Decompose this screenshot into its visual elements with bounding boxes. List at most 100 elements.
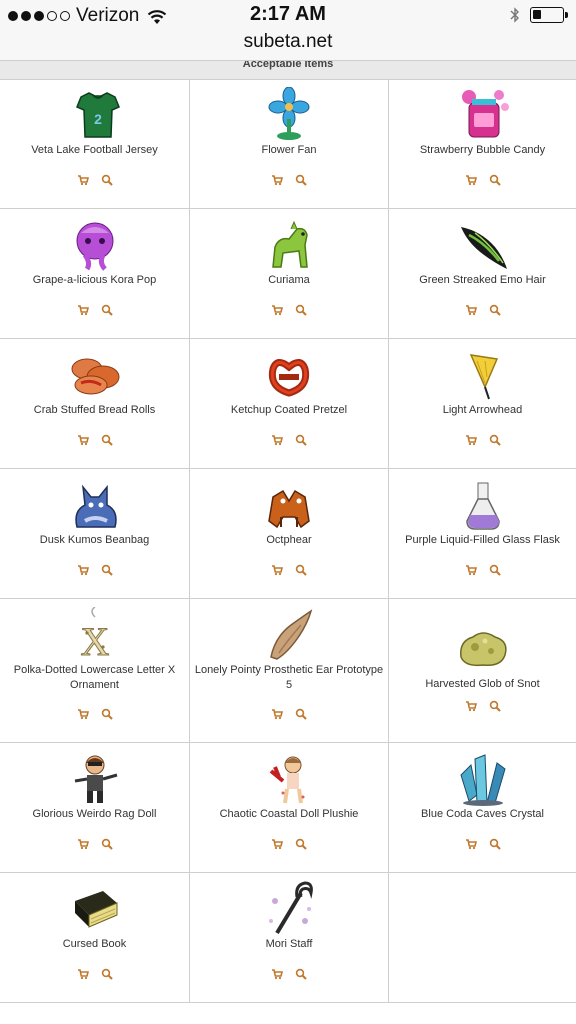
item-actions xyxy=(190,707,388,720)
ear-icon[interactable] xyxy=(261,607,317,663)
item-card: Curiama xyxy=(190,209,389,338)
item-name: Ketchup Coated Pretzel xyxy=(230,404,348,416)
clock: 2:17 AM xyxy=(250,3,326,25)
item-actions xyxy=(0,707,189,720)
empty-cell xyxy=(389,873,576,1002)
shopping-cart-icon[interactable] xyxy=(77,303,89,316)
item-card: Purple Liquid-Filled Glass Flask xyxy=(389,469,576,598)
shopping-cart-icon[interactable] xyxy=(465,837,477,850)
search-icon[interactable] xyxy=(489,303,501,316)
item-name: Mori Staff xyxy=(265,938,313,950)
item-row: 2 Veta Lake Football Jersey Flower Fan Stra… xyxy=(0,79,576,209)
search-icon[interactable] xyxy=(295,173,307,186)
arrowhead-icon[interactable] xyxy=(455,347,511,403)
search-icon[interactable] xyxy=(295,563,307,576)
shopping-cart-icon[interactable] xyxy=(465,303,477,316)
item-card: Grape-a-licious Kora Pop xyxy=(0,209,190,338)
snot-glob-icon[interactable] xyxy=(455,617,511,673)
item-name: Green Streaked Emo Hair xyxy=(419,274,546,286)
hair-icon[interactable] xyxy=(455,217,511,273)
candy-jar-icon[interactable] xyxy=(455,87,511,143)
status-right xyxy=(510,6,568,24)
rag-doll-icon[interactable] xyxy=(67,751,123,807)
shopping-cart-icon[interactable] xyxy=(465,173,477,186)
search-icon[interactable] xyxy=(489,433,501,446)
item-actions xyxy=(389,303,576,316)
item-card: Octphear xyxy=(190,469,389,598)
shopping-cart-icon[interactable] xyxy=(271,173,284,186)
shopping-cart-icon[interactable] xyxy=(271,707,284,720)
search-icon[interactable] xyxy=(101,707,113,720)
search-icon[interactable] xyxy=(295,707,307,720)
item-name: Crab Stuffed Bread Rolls xyxy=(33,404,156,416)
beanbag-icon[interactable] xyxy=(67,477,123,533)
svg-text:2: 2 xyxy=(94,111,102,127)
letter-x-ornament-icon[interactable]: X xyxy=(67,606,123,665)
shopping-cart-icon[interactable] xyxy=(271,563,284,576)
search-icon[interactable] xyxy=(101,563,113,576)
fan-icon[interactable] xyxy=(261,86,317,143)
kora-pop-icon[interactable] xyxy=(67,217,123,273)
shopping-cart-icon[interactable] xyxy=(271,433,284,446)
search-icon[interactable] xyxy=(101,303,113,316)
shopping-cart-icon[interactable] xyxy=(77,563,89,576)
shopping-cart-icon[interactable] xyxy=(77,433,89,446)
item-actions xyxy=(0,433,189,446)
item-card: Mori Staff xyxy=(190,873,389,1002)
search-icon[interactable] xyxy=(295,967,307,980)
search-icon[interactable] xyxy=(489,837,501,850)
item-name: Flower Fan xyxy=(261,144,317,156)
item-name: Blue Coda Caves Crystal xyxy=(421,808,544,820)
bread-rolls-icon[interactable] xyxy=(67,347,123,403)
staff-icon[interactable] xyxy=(261,881,317,937)
doll-plushie-icon[interactable] xyxy=(261,751,317,807)
flask-icon[interactable] xyxy=(455,477,511,533)
section-title: Acceptable Items xyxy=(0,60,576,80)
item-card: Green Streaked Emo Hair xyxy=(389,209,576,338)
shopping-cart-icon[interactable] xyxy=(465,699,477,712)
search-icon[interactable] xyxy=(295,837,307,850)
item-actions xyxy=(0,563,189,576)
pretzel-icon[interactable] xyxy=(261,347,317,403)
curiama-pet-icon[interactable] xyxy=(261,217,317,273)
book-icon[interactable] xyxy=(67,881,123,937)
search-icon[interactable] xyxy=(489,173,501,186)
item-card: X Polka-Dotted Lowercase Letter X Ornamen… xyxy=(0,599,190,742)
shopping-cart-icon[interactable] xyxy=(465,433,477,446)
search-icon[interactable] xyxy=(101,967,113,980)
item-card: Flower Fan xyxy=(190,79,389,208)
item-card: Crab Stuffed Bread Rolls xyxy=(0,339,190,468)
octphear-icon[interactable] xyxy=(261,477,317,533)
shopping-cart-icon[interactable] xyxy=(77,837,89,850)
search-icon[interactable] xyxy=(295,303,307,316)
crystal-icon[interactable] xyxy=(455,751,511,807)
search-icon[interactable] xyxy=(101,173,113,186)
item-card: Ketchup Coated Pretzel xyxy=(190,339,389,468)
shopping-cart-icon[interactable] xyxy=(77,967,89,980)
item-actions xyxy=(389,837,576,850)
status-bar: Verizon 2:17 AM xyxy=(0,0,576,32)
shopping-cart-icon[interactable] xyxy=(271,967,284,980)
shopping-cart-icon[interactable] xyxy=(77,173,89,186)
item-card: Chaotic Coastal Doll Plushie xyxy=(190,743,389,872)
item-name: Cursed Book xyxy=(62,938,127,950)
item-row: Crab Stuffed Bread Rolls Ketchup Coated P… xyxy=(0,339,576,469)
search-icon[interactable] xyxy=(489,699,501,712)
item-actions xyxy=(0,967,189,980)
url-bar[interactable]: subeta.net xyxy=(0,32,576,60)
item-card: Glorious Weirdo Rag Doll xyxy=(0,743,190,872)
shopping-cart-icon[interactable] xyxy=(271,837,284,850)
item-row: Grape-a-licious Kora Pop Curiama Green Str… xyxy=(0,209,576,339)
item-actions xyxy=(190,837,388,850)
item-actions xyxy=(389,563,576,576)
search-icon[interactable] xyxy=(295,433,307,446)
item-actions xyxy=(190,433,388,446)
shopping-cart-icon[interactable] xyxy=(77,707,89,720)
item-name: Curiama xyxy=(268,274,310,286)
shopping-cart-icon[interactable] xyxy=(271,303,284,316)
search-icon[interactable] xyxy=(101,837,113,850)
jersey-icon[interactable]: 2 xyxy=(67,87,123,143)
search-icon[interactable] xyxy=(101,433,113,446)
search-icon[interactable] xyxy=(489,563,501,576)
shopping-cart-icon[interactable] xyxy=(465,563,477,576)
